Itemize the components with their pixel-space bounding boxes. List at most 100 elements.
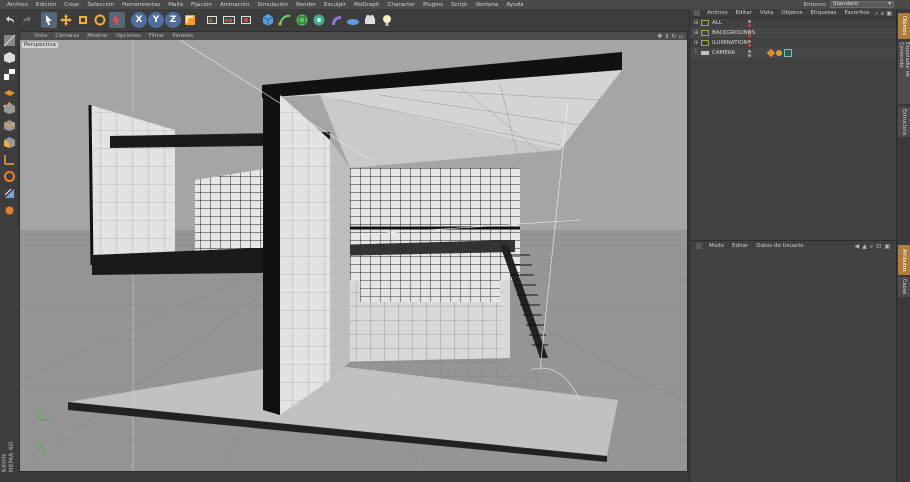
texture-mode-icon[interactable] <box>2 67 17 81</box>
camera-icon[interactable] <box>362 12 378 28</box>
menu-item[interactable]: Crear <box>60 2 83 8</box>
object-name[interactable]: BACKGROUNDS <box>712 30 758 36</box>
tab-estructura[interactable]: Estructura <box>898 107 910 137</box>
menu-item[interactable]: Fijación <box>187 2 216 8</box>
menu-item[interactable]: Animación <box>216 2 253 8</box>
menu-item[interactable]: Ayuda <box>502 2 527 8</box>
expand-icon[interactable]: ⊞ <box>694 40 701 46</box>
om-menu-item[interactable]: Etiquetas <box>807 10 841 16</box>
om-menu-item[interactable]: Objetos <box>777 10 806 16</box>
menu-item[interactable]: Malla <box>164 2 187 8</box>
redo-icon[interactable] <box>19 12 35 28</box>
bend-deformer-icon[interactable] <box>328 12 344 28</box>
object-row-camera[interactable]: └ CAMERA <box>690 48 896 58</box>
visibility-dots[interactable] <box>748 19 751 27</box>
menu-item[interactable]: Archivo <box>3 2 32 8</box>
tab-capas[interactable]: Capas <box>898 277 910 297</box>
z-axis-icon[interactable]: Z <box>165 12 181 28</box>
visibility-dots[interactable] <box>748 49 751 57</box>
workplane-icon[interactable] <box>2 84 17 98</box>
viewport-menu-item[interactable]: Opciones <box>112 33 145 39</box>
protection-tag-icon[interactable] <box>766 48 776 58</box>
world-coordinates-icon[interactable] <box>182 12 198 28</box>
menu-item[interactable]: Simulación <box>253 2 292 8</box>
tab-objetos[interactable]: Objetos <box>898 13 910 39</box>
object-name[interactable]: ILUMINATION <box>712 40 758 46</box>
make-editable-icon[interactable] <box>2 33 17 47</box>
object-row-backgrounds[interactable]: ⊞ BACKGROUNDS <box>690 28 896 38</box>
polygons-mode-icon[interactable] <box>2 135 17 149</box>
cube-icon[interactable] <box>260 12 276 28</box>
back-arrow-icon[interactable]: ◀ <box>855 243 860 251</box>
points-mode-icon[interactable] <box>2 101 17 115</box>
target-tag-icon[interactable] <box>776 50 782 56</box>
visibility-dots[interactable] <box>748 39 751 47</box>
edit-render-settings-icon[interactable] <box>238 12 254 28</box>
menu-item[interactable]: Herramientas <box>118 2 164 8</box>
object-name[interactable]: CAMERA <box>712 50 758 56</box>
object-name[interactable]: ALL <box>712 20 758 26</box>
snap-icon[interactable] <box>2 186 17 200</box>
edges-mode-icon[interactable] <box>2 118 17 132</box>
move-icon[interactable] <box>58 12 74 28</box>
y-axis-icon[interactable]: Y <box>148 12 164 28</box>
render-picture-viewer-icon[interactable] <box>221 12 237 28</box>
rotate-icon[interactable] <box>92 12 108 28</box>
menu-item[interactable]: Render <box>292 2 320 8</box>
viewport-menu-item[interactable]: Mostrar <box>83 33 112 39</box>
tab-explorador[interactable]: Explorador de Contenido <box>898 42 910 104</box>
lock-icon[interactable]: ⊡ <box>876 243 881 251</box>
menu-item[interactable]: Ventana <box>471 2 502 8</box>
pen-spline-icon[interactable] <box>277 12 293 28</box>
tweak-icon[interactable] <box>2 169 17 183</box>
up-arrow-icon[interactable]: ▲ <box>862 243 867 251</box>
recent-tool-icon[interactable] <box>109 12 125 28</box>
tab-atributos[interactable]: Atributos <box>898 245 910 275</box>
maximize-view-icon[interactable]: ▭ <box>678 33 684 40</box>
om-menu-item[interactable]: Favoritos <box>840 10 873 16</box>
om-menu-item[interactable]: Editar <box>732 10 756 16</box>
undo-icon[interactable] <box>2 12 18 28</box>
object-row-all[interactable]: ⊞ ALL <box>690 18 896 28</box>
menu-item[interactable]: Edición <box>32 2 60 8</box>
om-menu-item[interactable]: Archivo <box>703 10 732 16</box>
viewport-menu-item[interactable]: Filtrar <box>145 33 169 39</box>
viewport-menu-item[interactable]: Paneles <box>168 33 197 39</box>
zoom-view-icon[interactable]: ⇕ <box>664 33 669 40</box>
model-mode-icon[interactable] <box>2 50 17 64</box>
camera-tag-icon[interactable] <box>784 49 792 57</box>
move-view-icon[interactable]: ✥ <box>657 33 662 40</box>
light-icon[interactable] <box>379 12 395 28</box>
object-row-ilumination[interactable]: ⊞ ILUMINATION <box>690 38 896 48</box>
floor-icon[interactable] <box>345 12 361 28</box>
perspective-viewport[interactable]: Vista Cámaras Mostrar Opciones Filtrar P… <box>19 31 688 472</box>
layout-dropdown[interactable]: Standard ▾ <box>830 1 894 8</box>
menu-item[interactable]: Script <box>447 2 471 8</box>
new-window-icon[interactable]: ▣ <box>886 10 892 18</box>
scale-icon[interactable] <box>75 12 91 28</box>
live-selection-icon[interactable] <box>41 12 57 28</box>
search-icon[interactable]: ⌕ <box>875 10 878 18</box>
array-icon[interactable] <box>311 12 327 28</box>
home-icon[interactable]: ⌂ <box>881 10 885 18</box>
am-menu-item[interactable]: Editar <box>728 243 752 249</box>
viewport-menu-item[interactable]: Cámaras <box>51 33 83 39</box>
render-view-icon[interactable] <box>204 12 220 28</box>
search-icon[interactable]: ⌕ <box>870 243 873 251</box>
menu-item[interactable]: Esculpir <box>320 2 350 8</box>
expand-icon[interactable]: ⊞ <box>694 20 701 26</box>
am-menu-item[interactable]: Datos de Usuario <box>752 243 807 249</box>
expand-icon[interactable]: ⊞ <box>694 30 701 36</box>
menu-item[interactable]: Plugins <box>419 2 447 8</box>
axis-mode-icon[interactable] <box>2 152 17 166</box>
menu-item[interactable]: MoGraph <box>350 2 383 8</box>
viewport-menu-item[interactable]: Vista <box>30 33 51 39</box>
rotate-view-icon[interactable]: ↻ <box>671 33 676 40</box>
menu-item[interactable]: Character <box>383 2 419 8</box>
visibility-dots[interactable] <box>748 29 751 37</box>
new-window-icon[interactable]: ▣ <box>884 243 890 251</box>
om-menu-item[interactable]: Vista <box>756 10 778 16</box>
subdivision-surface-icon[interactable] <box>294 12 310 28</box>
am-menu-item[interactable]: Modo <box>705 243 728 249</box>
x-axis-icon[interactable]: X <box>131 12 147 28</box>
